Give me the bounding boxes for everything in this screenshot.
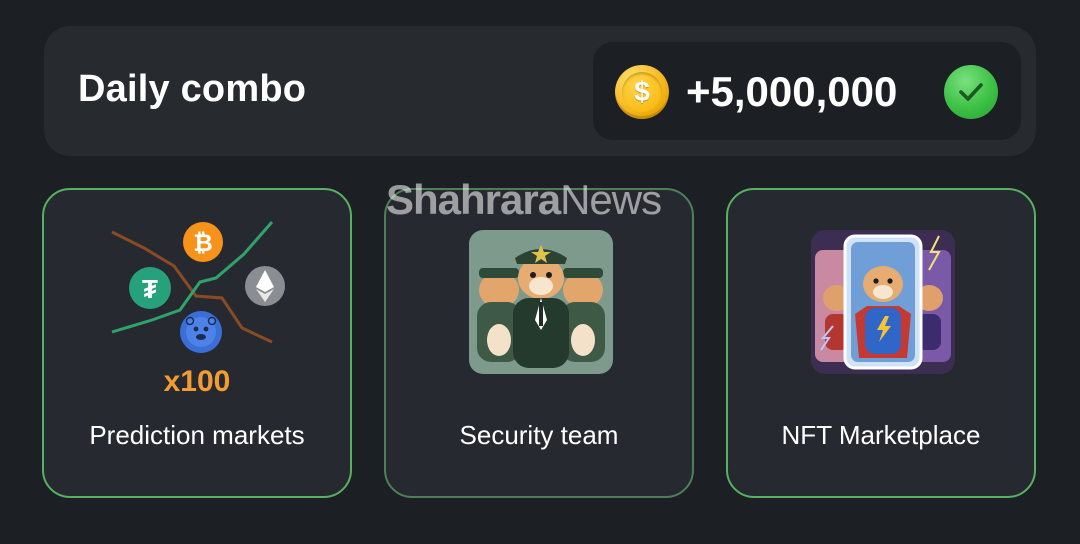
card-prediction-markets[interactable]: ₿ ₮ x100 Prediction markets — [42, 188, 352, 498]
card-label-security-team: Security team — [459, 420, 619, 450]
daily-combo-title: Daily combo — [78, 68, 307, 110]
card-label-nft-marketplace: NFT Marketplace — [781, 420, 981, 450]
check-icon — [944, 65, 998, 119]
card-security-team[interactable]: Security team — [384, 188, 694, 498]
multiplier-label: x100 — [163, 365, 231, 398]
watermark: ShahraraNews — [386, 176, 662, 224]
svg-text:₿: ₿ — [193, 230, 213, 257]
card-label-prediction-markets: Prediction markets — [89, 420, 305, 450]
svg-text:₮: ₮ — [142, 274, 158, 304]
coin-symbol: $ — [622, 72, 662, 112]
card-nft-marketplace[interactable]: NFT Marketplace — [726, 188, 1036, 498]
reward-amount: +5,000,000 — [686, 68, 898, 115]
security-team-image — [469, 230, 613, 374]
watermark-light: News — [560, 176, 662, 223]
coin-icon: $ — [615, 65, 669, 119]
nft-marketplace-image — [811, 230, 955, 374]
watermark-strong: Shahrara — [386, 176, 561, 223]
reward-pill: $ +5,000,000 — [593, 42, 1021, 140]
daily-combo-header: Daily combo $ +5,000,000 — [44, 26, 1036, 156]
